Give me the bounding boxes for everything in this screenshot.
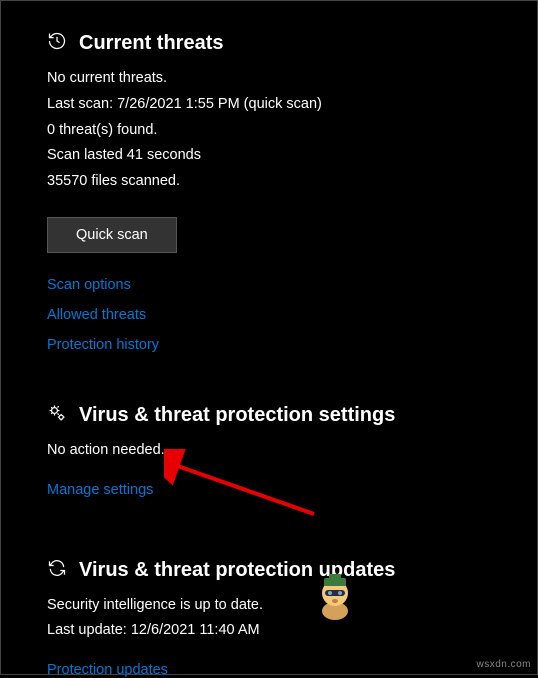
- quick-scan-button[interactable]: Quick scan: [47, 217, 177, 253]
- files-scanned-text: 35570 files scanned.: [47, 171, 537, 193]
- refresh-icon: [47, 558, 67, 583]
- protection-settings-header: Virus & threat protection settings: [47, 403, 537, 428]
- protection-updates-section: Virus & threat protection updates Securi…: [47, 558, 537, 678]
- mascot-icon: [314, 573, 356, 621]
- current-threats-title: Current threats: [79, 32, 223, 55]
- protection-updates-header: Virus & threat protection updates: [47, 558, 537, 583]
- threats-found-text: 0 threat(s) found.: [47, 120, 537, 142]
- settings-status: No action needed.: [47, 440, 537, 462]
- threats-status: No current threats.: [47, 68, 537, 90]
- protection-settings-section: Virus & threat protection settings No ac…: [47, 403, 537, 498]
- last-update-text: Last update: 12/6/2021 11:40 AM: [47, 620, 537, 642]
- watermark-text: wsxdn.com: [476, 659, 531, 670]
- manage-settings-link[interactable]: Manage settings: [47, 482, 153, 498]
- current-threats-section: Current threats No current threats. Last…: [47, 31, 537, 353]
- protection-history-link[interactable]: Protection history: [47, 337, 159, 353]
- scan-duration-text: Scan lasted 41 seconds: [47, 145, 537, 167]
- last-scan-text: Last scan: 7/26/2021 1:55 PM (quick scan…: [47, 94, 537, 116]
- protection-updates-link[interactable]: Protection updates: [47, 662, 168, 678]
- history-icon: [47, 31, 67, 56]
- scan-options-link[interactable]: Scan options: [47, 277, 131, 293]
- protection-settings-title: Virus & threat protection settings: [79, 404, 395, 427]
- gear-icon: [47, 403, 67, 428]
- allowed-threats-link[interactable]: Allowed threats: [47, 307, 146, 323]
- updates-status: Security intelligence is up to date.: [47, 595, 537, 617]
- current-threats-header: Current threats: [47, 31, 537, 56]
